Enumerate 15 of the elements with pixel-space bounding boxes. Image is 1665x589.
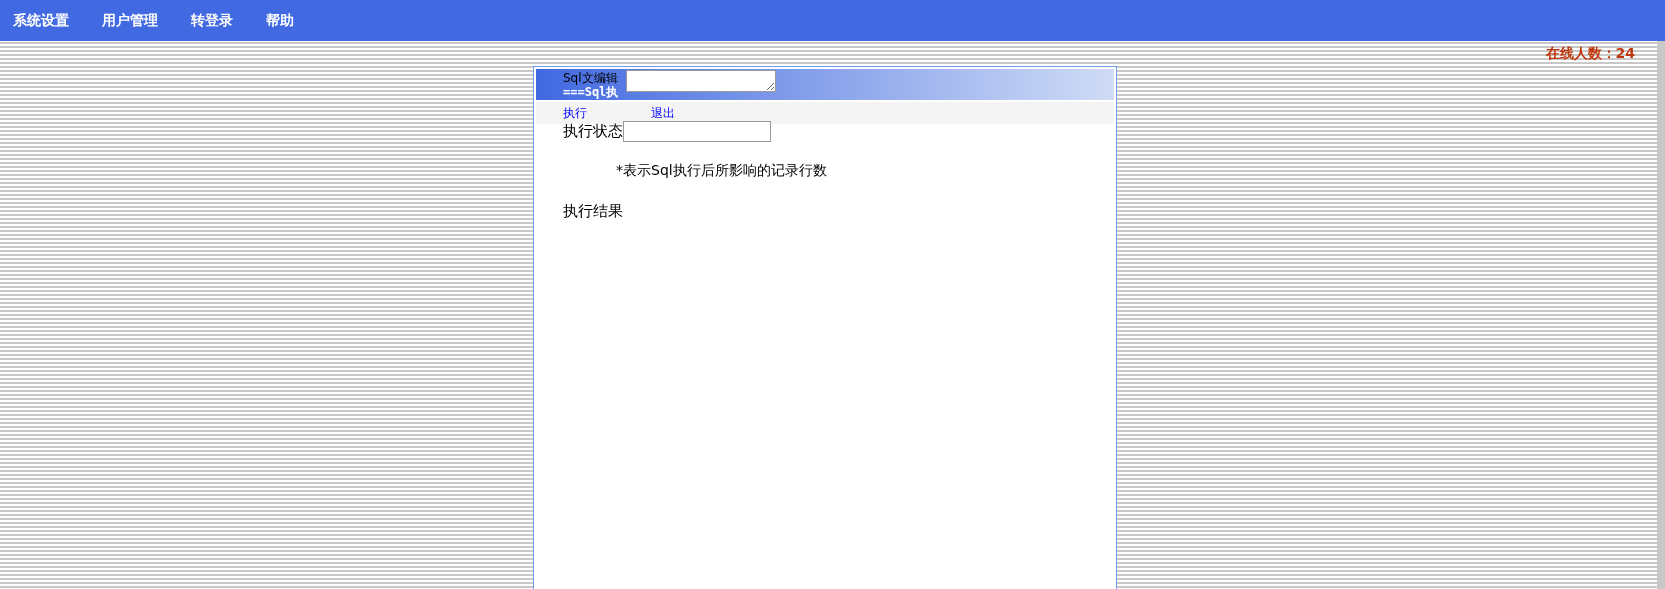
- panel-title: ===Sql执: [563, 84, 619, 99]
- action-link[interactable]: 执行: [563, 104, 651, 122]
- status-label: 执行状态: [563, 122, 623, 141]
- editor-label: Sql文编辑: [563, 70, 619, 85]
- sql-input-field[interactable]: [626, 69, 777, 92]
- result-label: 执行结果: [562, 202, 624, 221]
- note-text: *表示Sql执行后所影响的记录行数: [615, 162, 828, 180]
- online-count: 在线人数：24: [1545, 45, 1635, 63]
- menu-item[interactable]: 系统设置: [13, 11, 69, 30]
- menu-item[interactable]: 用户管理: [102, 11, 158, 30]
- status-field[interactable]: [623, 121, 771, 142]
- action-link[interactable]: 退出: [651, 104, 739, 122]
- menu-item[interactable]: 帮助: [266, 11, 294, 30]
- scrollbar[interactable]: [1657, 41, 1665, 589]
- menu-item[interactable]: 转登录: [191, 11, 233, 30]
